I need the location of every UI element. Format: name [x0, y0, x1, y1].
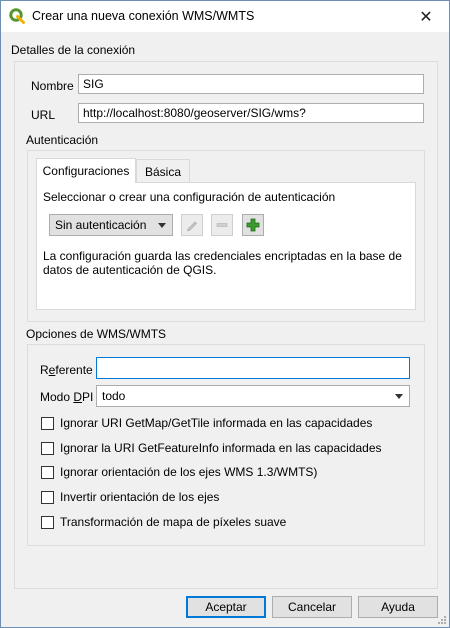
close-icon: ✕: [419, 8, 433, 26]
authentication-title: Autenticación: [26, 133, 99, 147]
edit-config-button[interactable]: [181, 214, 203, 236]
checkbox-box[interactable]: [41, 515, 54, 529]
close-button[interactable]: ✕: [403, 1, 449, 32]
chevron-down-icon: [158, 223, 166, 228]
tab-basica-label: Básica: [144, 164, 182, 179]
ignore-getfeatureinfo-uri-checkbox[interactable]: Ignorar la URI GetFeatureInfo informada …: [41, 440, 382, 456]
minus-icon: [216, 223, 228, 227]
pencil-icon: [186, 221, 198, 232]
ignore-getmap-uri-checkbox[interactable]: Ignorar URI GetMap/GetTile informada en …: [41, 415, 372, 431]
checkbox-box[interactable]: [41, 416, 54, 430]
accept-button[interactable]: Aceptar: [186, 596, 266, 618]
referer-label: Referente: [40, 363, 93, 377]
ignore-axis-orientation-checkbox[interactable]: Ignorar orientación de los ejes WMS 1.3/…: [41, 464, 317, 480]
auth-info-text: La configuración guarda las credenciales…: [43, 249, 402, 277]
name-label: Nombre: [31, 79, 74, 93]
smooth-pixmap-transform-checkbox[interactable]: Transformación de mapa de píxeles suave: [41, 514, 286, 530]
wms-options-title: Opciones de WMS/WMTS: [26, 327, 167, 341]
name-input[interactable]: [78, 74, 424, 94]
connection-details-title: Detalles de la conexión: [11, 43, 136, 57]
auth-config-prompt: Seleccionar o crear una configuración de…: [43, 190, 336, 204]
checkbox-label: Ignorar orientación de los ejes WMS 1.3/…: [60, 465, 318, 479]
checkbox-label: Transformación de mapa de píxeles suave: [60, 515, 287, 529]
tab-configuraciones-label: Configuraciones: [42, 164, 130, 178]
chevron-down-icon: [395, 394, 403, 399]
cancel-button[interactable]: Cancelar: [272, 596, 352, 618]
qgis-logo-icon: [9, 8, 25, 24]
referer-input[interactable]: [96, 357, 410, 379]
add-config-button[interactable]: [242, 214, 264, 236]
window-title: Crear una nueva conexión WMS/WMTS: [32, 9, 255, 23]
resize-grip-icon[interactable]: [437, 615, 447, 625]
dpi-mode-value: todo: [102, 389, 126, 403]
tab-basica[interactable]: Básica: [136, 159, 190, 183]
auth-config-select[interactable]: Sin autenticación: [49, 214, 173, 236]
checkbox-label: Invertir orientación de los ejes: [60, 490, 220, 504]
plus-icon: [246, 218, 260, 232]
help-button[interactable]: Ayuda: [358, 596, 438, 618]
url-input[interactable]: [78, 103, 424, 123]
auth-config-select-value: Sin autenticación: [55, 218, 147, 232]
tab-configuraciones[interactable]: Configuraciones: [36, 158, 136, 183]
checkbox-box[interactable]: [41, 490, 54, 504]
invert-axis-orientation-checkbox[interactable]: Invertir orientación de los ejes: [41, 489, 219, 505]
checkbox-box[interactable]: [41, 465, 54, 479]
dialog-window: Crear una nueva conexión WMS/WMTS ✕ Deta…: [0, 0, 450, 628]
dpi-mode-select[interactable]: todo: [96, 385, 410, 407]
checkbox-label: Ignorar la URI GetFeatureInfo informada …: [60, 441, 382, 455]
title-bar: Crear una nueva conexión WMS/WMTS ✕: [1, 1, 449, 32]
checkbox-label: Ignorar URI GetMap/GetTile informada en …: [60, 416, 373, 430]
checkbox-box[interactable]: [41, 441, 54, 455]
dpi-mode-label: Modo DPI: [40, 390, 94, 404]
remove-config-button[interactable]: [211, 214, 233, 236]
url-label: URL: [31, 108, 56, 122]
